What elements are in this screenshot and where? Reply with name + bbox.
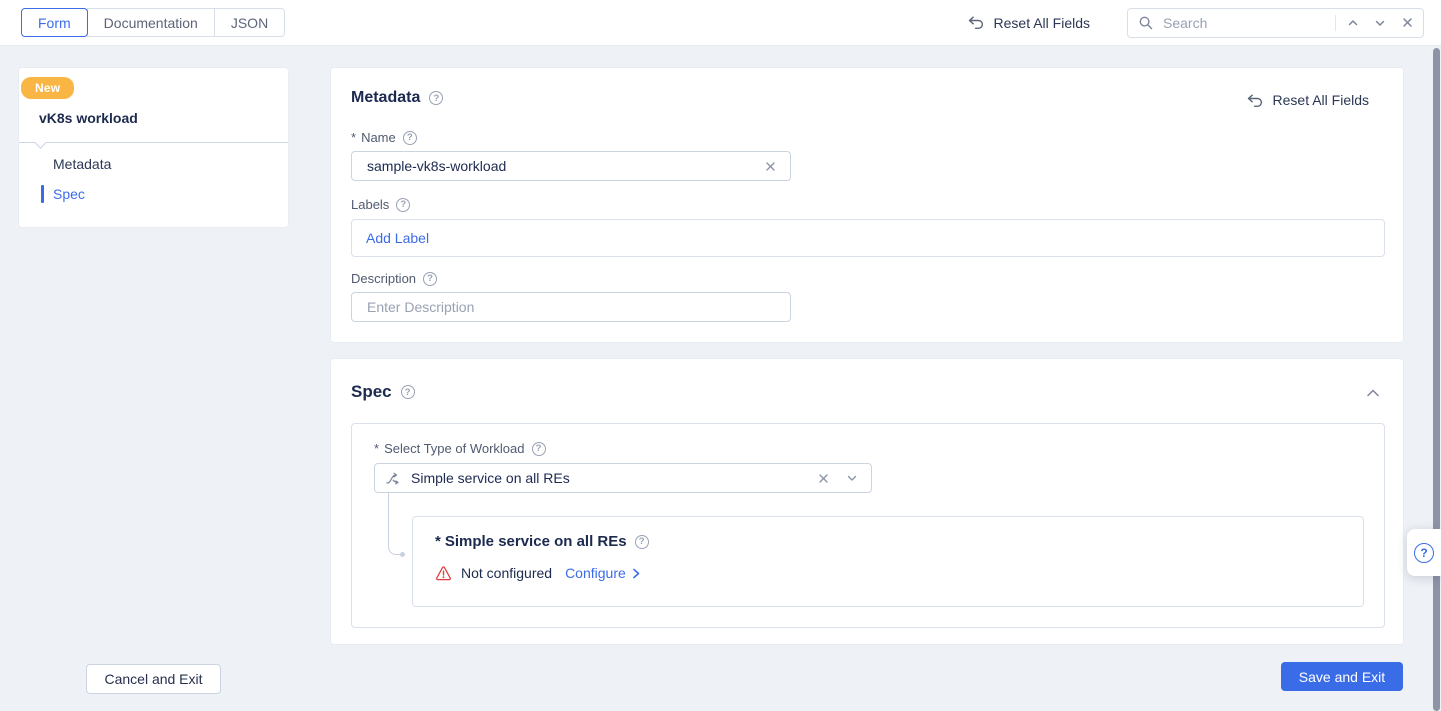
workload-type-label-text: Select Type of Workload [384, 441, 525, 456]
spec-section-title: Spec [351, 382, 415, 402]
screen: Form Documentation JSON Reset All Fields [0, 0, 1441, 711]
status-text: Not configured [461, 565, 553, 581]
metadata-reset-all-button[interactable]: Reset All Fields [1246, 92, 1369, 108]
search-close-button[interactable] [1397, 13, 1417, 33]
help-panel-button[interactable] [1407, 529, 1441, 576]
search-prev-button[interactable] [1343, 13, 1363, 33]
workload-type-selected-value: Simple service on all REs [411, 470, 570, 486]
workload-config-container: * Simple service on all REs Not configur… [412, 516, 1364, 607]
tab-json[interactable]: JSON [213, 8, 286, 37]
help-icon[interactable] [423, 271, 438, 286]
search-bar [1127, 7, 1424, 38]
required-mark: * [435, 533, 441, 550]
tab-documentation[interactable]: Documentation [86, 8, 215, 37]
cancel-and-exit-button[interactable]: Cancel and Exit [86, 664, 221, 694]
metadata-title-text: Metadata [351, 89, 421, 106]
name-input-box [351, 151, 791, 181]
name-field-label: * Name [351, 130, 417, 145]
new-badge: New [21, 77, 75, 99]
reset-all-fields-button[interactable]: Reset All Fields [967, 15, 1090, 31]
warning-icon [435, 565, 452, 581]
sidebar-item-metadata[interactable]: Metadata [53, 156, 111, 172]
question-circle-icon [1414, 542, 1434, 563]
help-icon[interactable] [400, 385, 415, 399]
description-field-label: Description [351, 271, 438, 286]
clear-name-button[interactable] [760, 156, 780, 176]
configure-link[interactable]: Configure [565, 565, 642, 581]
help-icon[interactable] [531, 441, 546, 456]
required-mark: * [351, 130, 357, 145]
nested-connector-line [388, 493, 403, 555]
labels-label-text: Labels [351, 197, 390, 212]
view-tabs: Form Documentation JSON [21, 8, 286, 37]
description-label-text: Description [351, 271, 417, 286]
reset-all-fields-label: Reset All Fields [993, 14, 1090, 31]
configure-label: Configure [565, 565, 626, 581]
nested-connector-dot [400, 552, 405, 557]
save-and-exit-button[interactable]: Save and Exit [1281, 662, 1403, 691]
labels-field-label: Labels [351, 197, 411, 212]
nested-title-text: Simple service on all REs [444, 533, 627, 550]
tab-form[interactable]: Form [21, 8, 88, 37]
add-label-button[interactable]: Add Label [366, 230, 429, 246]
caret-notch-icon [34, 136, 47, 149]
sidebar-divider [19, 142, 288, 143]
required-mark: * [374, 441, 380, 456]
vertical-scrollbar[interactable] [1433, 48, 1440, 711]
metadata-section-title: Metadata [351, 89, 444, 107]
spec-section: Spec * Select Type of Workload Simple se… [330, 358, 1404, 645]
clear-selection-button[interactable] [813, 468, 833, 488]
chevron-right-icon [630, 567, 642, 580]
nested-field-title: * Simple service on all REs [435, 533, 649, 550]
configuration-status-row: Not configured Configure [435, 565, 642, 581]
active-item-indicator [41, 185, 44, 203]
search-next-button[interactable] [1370, 13, 1390, 33]
metadata-section: Metadata Reset All Fields * Name Labels … [330, 67, 1404, 343]
collapse-spec-button[interactable] [1365, 386, 1381, 400]
sidebar-item-spec[interactable]: Spec [53, 186, 85, 202]
name-input[interactable] [365, 157, 752, 175]
undo-icon [967, 15, 985, 30]
form-nav-sidebar: New vK8s workload Metadata Spec [18, 67, 289, 228]
workload-type-field-label: * Select Type of Workload [374, 441, 546, 456]
help-icon[interactable] [396, 197, 411, 212]
object-type-title: vK8s workload [39, 110, 138, 126]
spec-title-text: Spec [351, 382, 392, 401]
chevron-down-icon[interactable] [842, 468, 862, 488]
help-icon[interactable] [402, 130, 417, 145]
undo-icon [1246, 93, 1264, 108]
topbar: Form Documentation JSON Reset All Fields [0, 0, 1441, 46]
workload-type-select[interactable]: Simple service on all REs [374, 463, 872, 493]
search-icon [1138, 15, 1154, 31]
description-input[interactable] [365, 298, 780, 316]
branch-icon [385, 471, 402, 486]
spec-fields-container: * Select Type of Workload Simple service… [351, 423, 1385, 628]
description-input-box [351, 292, 791, 322]
help-icon[interactable] [634, 534, 649, 549]
metadata-reset-all-label: Reset All Fields [1272, 92, 1369, 108]
help-icon[interactable] [429, 91, 444, 105]
labels-container: Add Label [351, 219, 1385, 257]
search-input[interactable] [1161, 13, 1328, 32]
name-label-text: Name [361, 130, 396, 145]
search-divider [1335, 14, 1336, 31]
